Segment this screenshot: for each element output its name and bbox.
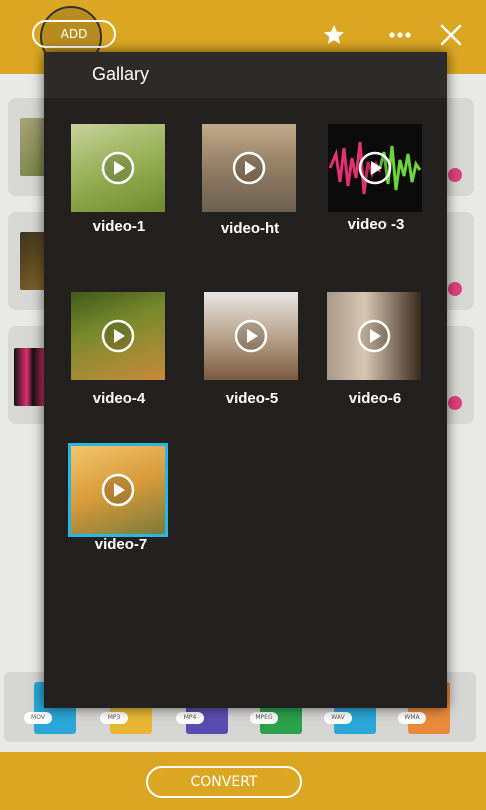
video-thumbnail[interactable] [71, 124, 165, 212]
format-label: WMA [398, 712, 426, 724]
format-label: MP3 [100, 712, 128, 724]
more-options-icon[interactable] [388, 30, 412, 40]
close-icon[interactable] [440, 24, 462, 46]
video-thumbnail[interactable] [71, 292, 165, 380]
status-badge [448, 396, 462, 410]
play-icon[interactable] [234, 319, 268, 353]
format-label: MP4 [176, 712, 204, 724]
video-thumbnail[interactable] [68, 443, 168, 537]
video-label: video-6 [348, 390, 402, 407]
format-label: WAV [324, 712, 352, 724]
add-button[interactable]: ADD [32, 20, 116, 48]
convert-button[interactable]: CONVERT [146, 766, 302, 798]
video-thumbnail[interactable] [327, 292, 421, 380]
video-label: video-5 [225, 390, 279, 407]
gallery-title: Gallary [92, 64, 150, 84]
status-badge [448, 168, 462, 182]
play-icon[interactable] [101, 319, 135, 353]
video-thumbnail[interactable] [328, 124, 422, 212]
video-label: video-1 [92, 218, 146, 235]
format-label: MOV [24, 712, 52, 724]
play-icon[interactable] [101, 151, 135, 185]
gallery-panel: Gallary video-1 video-ht video -3 video-… [44, 52, 447, 708]
video-label: video-ht [220, 220, 280, 237]
play-icon[interactable] [357, 319, 391, 353]
play-icon[interactable] [358, 151, 392, 185]
video-label: video -3 [347, 216, 405, 233]
bottom-bar: CONVERT [0, 752, 486, 810]
play-icon[interactable] [232, 151, 266, 185]
play-icon[interactable] [101, 473, 135, 507]
video-label: video-7 [94, 536, 148, 553]
star-icon[interactable] [322, 23, 346, 47]
video-thumbnail[interactable] [202, 124, 296, 212]
gallery-header: Gallary [44, 52, 447, 98]
format-label: MPEG [250, 712, 278, 724]
video-label: video-4 [92, 390, 146, 407]
thumbnail [14, 348, 46, 406]
status-badge [448, 282, 462, 296]
video-thumbnail[interactable] [204, 292, 298, 380]
